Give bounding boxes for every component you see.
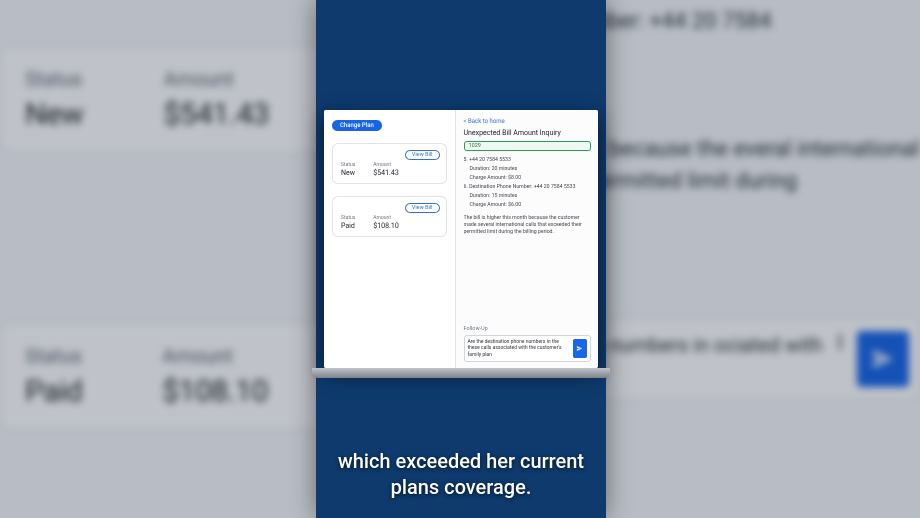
call-item-detail: Duration: 15 minutes <box>464 193 591 200</box>
bg-amount-column: Amount $108.10 <box>162 344 268 409</box>
status-value: New <box>25 97 83 132</box>
laptop-bills-panel: Change Plan View Bill Status New Amount … <box>324 110 456 368</box>
laptop-base <box>312 368 610 378</box>
status-label: Status <box>341 162 355 168</box>
amount-value: $108.10 <box>373 222 398 230</box>
amount-value: $541.43 <box>373 169 398 177</box>
status-label: Status <box>25 67 83 91</box>
view-bill-button[interactable]: View Bill <box>405 150 440 160</box>
status-value: Paid <box>341 222 355 230</box>
amount-value: $108.10 <box>162 374 268 409</box>
vertical-video-frame: Change Plan View Bill Status New Amount … <box>316 0 606 518</box>
status-column: Status Paid <box>341 215 355 230</box>
call-item-detail: Charge Amount: $6.00 <box>464 202 591 209</box>
amount-label: Amount <box>373 215 398 221</box>
inquiry-summary: The bill is higher this month because th… <box>464 215 591 236</box>
call-item: 5. +44 20 7584 5533 <box>464 157 591 164</box>
amount-label: Amount <box>162 344 268 368</box>
followup-label: Follow-Up <box>464 326 591 332</box>
laptop-bill-card: View Bill Status New Amount $541.43 <box>332 143 447 184</box>
inquiry-details: 5. +44 20 7584 5533 Duration: 20 minutes… <box>464 157 591 322</box>
amount-value: $541.43 <box>163 97 269 132</box>
bg-status-column: Status New <box>25 67 83 132</box>
send-icon <box>870 346 896 372</box>
bg-amount-column: Amount $541.43 <box>163 67 269 132</box>
status-label: Status <box>341 215 355 221</box>
laptop-chat-panel: < Back to home Unexpected Bill Amount In… <box>456 110 598 368</box>
video-caption: which exceeded her current plans coverag… <box>316 448 606 500</box>
bg-status-column: Status Paid <box>25 344 82 409</box>
send-icon <box>576 345 583 352</box>
laptop-screen: Change Plan View Bill Status New Amount … <box>324 110 598 368</box>
call-item: 6. Destination Phone Number: +44 20 7584… <box>464 184 591 191</box>
amount-column: Amount $108.10 <box>373 215 398 230</box>
laptop-bill-card: View Bill Status Paid Amount $108.10 <box>332 196 447 237</box>
ticket-badge: 1029 <box>464 141 591 151</box>
view-bill-button[interactable]: View Bill <box>405 203 440 213</box>
status-value: Paid <box>25 374 82 409</box>
back-link[interactable]: < Back to home <box>464 118 591 125</box>
amount-label: Amount <box>373 162 398 168</box>
status-column: Status New <box>341 162 355 177</box>
send-button[interactable] <box>573 339 587 359</box>
status-value: New <box>341 169 355 177</box>
call-item-detail: Charge Amount: $8.00 <box>464 175 591 182</box>
change-plan-button[interactable]: Change Plan <box>332 120 382 131</box>
call-item-detail: Duration: 20 minutes <box>464 166 591 173</box>
followup-input-container[interactable]: Are the destination phone numbers in the… <box>464 335 591 363</box>
followup-input[interactable]: Are the destination phone numbers in the… <box>468 339 570 359</box>
inquiry-title: Unexpected Bill Amount Inquiry <box>464 129 591 137</box>
text-cursor-icon: I <box>831 331 849 387</box>
status-label: Status <box>25 344 82 368</box>
send-button[interactable] <box>857 331 909 387</box>
amount-label: Amount <box>163 67 269 91</box>
amount-column: Amount $541.43 <box>373 162 398 177</box>
